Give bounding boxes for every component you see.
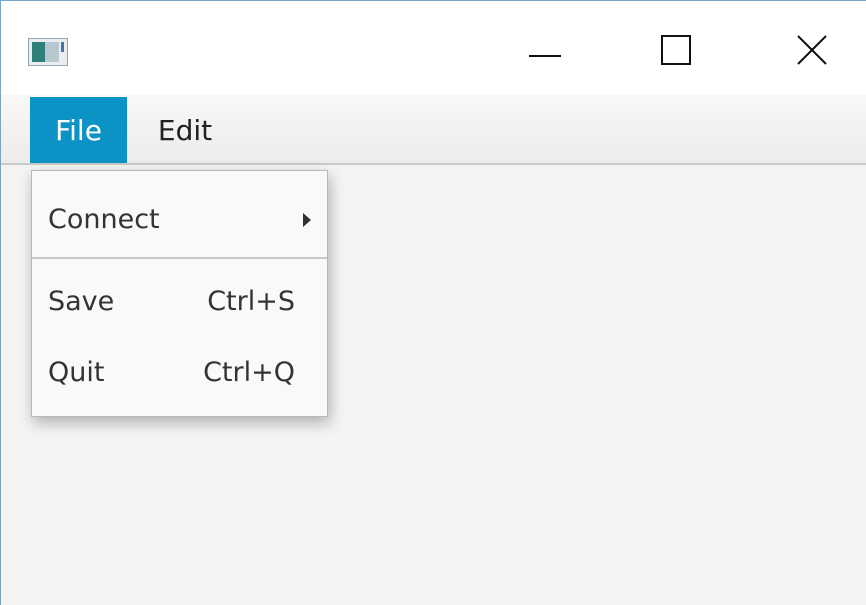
close-button[interactable] (782, 27, 842, 77)
menu-file-label: File (55, 113, 102, 147)
menu-item-connect-label: Connect (48, 203, 160, 235)
menu-item-save-label: Save (48, 285, 115, 317)
title-bar[interactable] (1, 1, 866, 95)
menu-edit-label: Edit (157, 113, 213, 147)
menu-item-save[interactable]: Save Ctrl+S (32, 270, 327, 332)
submenu-arrow-icon (303, 213, 311, 227)
menu-bar: File Edit (1, 95, 866, 165)
app-window-icon (28, 38, 68, 66)
close-icon (797, 35, 827, 69)
application-window: File Edit Connect Save Ctrl+S Quit Ctrl+… (0, 0, 866, 605)
file-menu-dropdown: Connect Save Ctrl+S Quit Ctrl+Q (31, 170, 328, 417)
menu-item-quit[interactable]: Quit Ctrl+Q (32, 341, 327, 403)
menu-item-save-shortcut: Ctrl+S (207, 285, 295, 317)
maximize-button[interactable] (646, 27, 706, 77)
menu-item-connect[interactable]: Connect (32, 188, 327, 250)
minimize-icon (529, 43, 561, 62)
menu-item-quit-label: Quit (48, 356, 105, 388)
menu-file[interactable]: File (30, 97, 127, 163)
minimize-button[interactable] (515, 27, 575, 77)
menu-edit[interactable]: Edit (141, 97, 229, 163)
maximize-icon (661, 35, 691, 69)
menu-item-quit-shortcut: Ctrl+Q (203, 356, 295, 388)
menu-separator (32, 257, 327, 259)
